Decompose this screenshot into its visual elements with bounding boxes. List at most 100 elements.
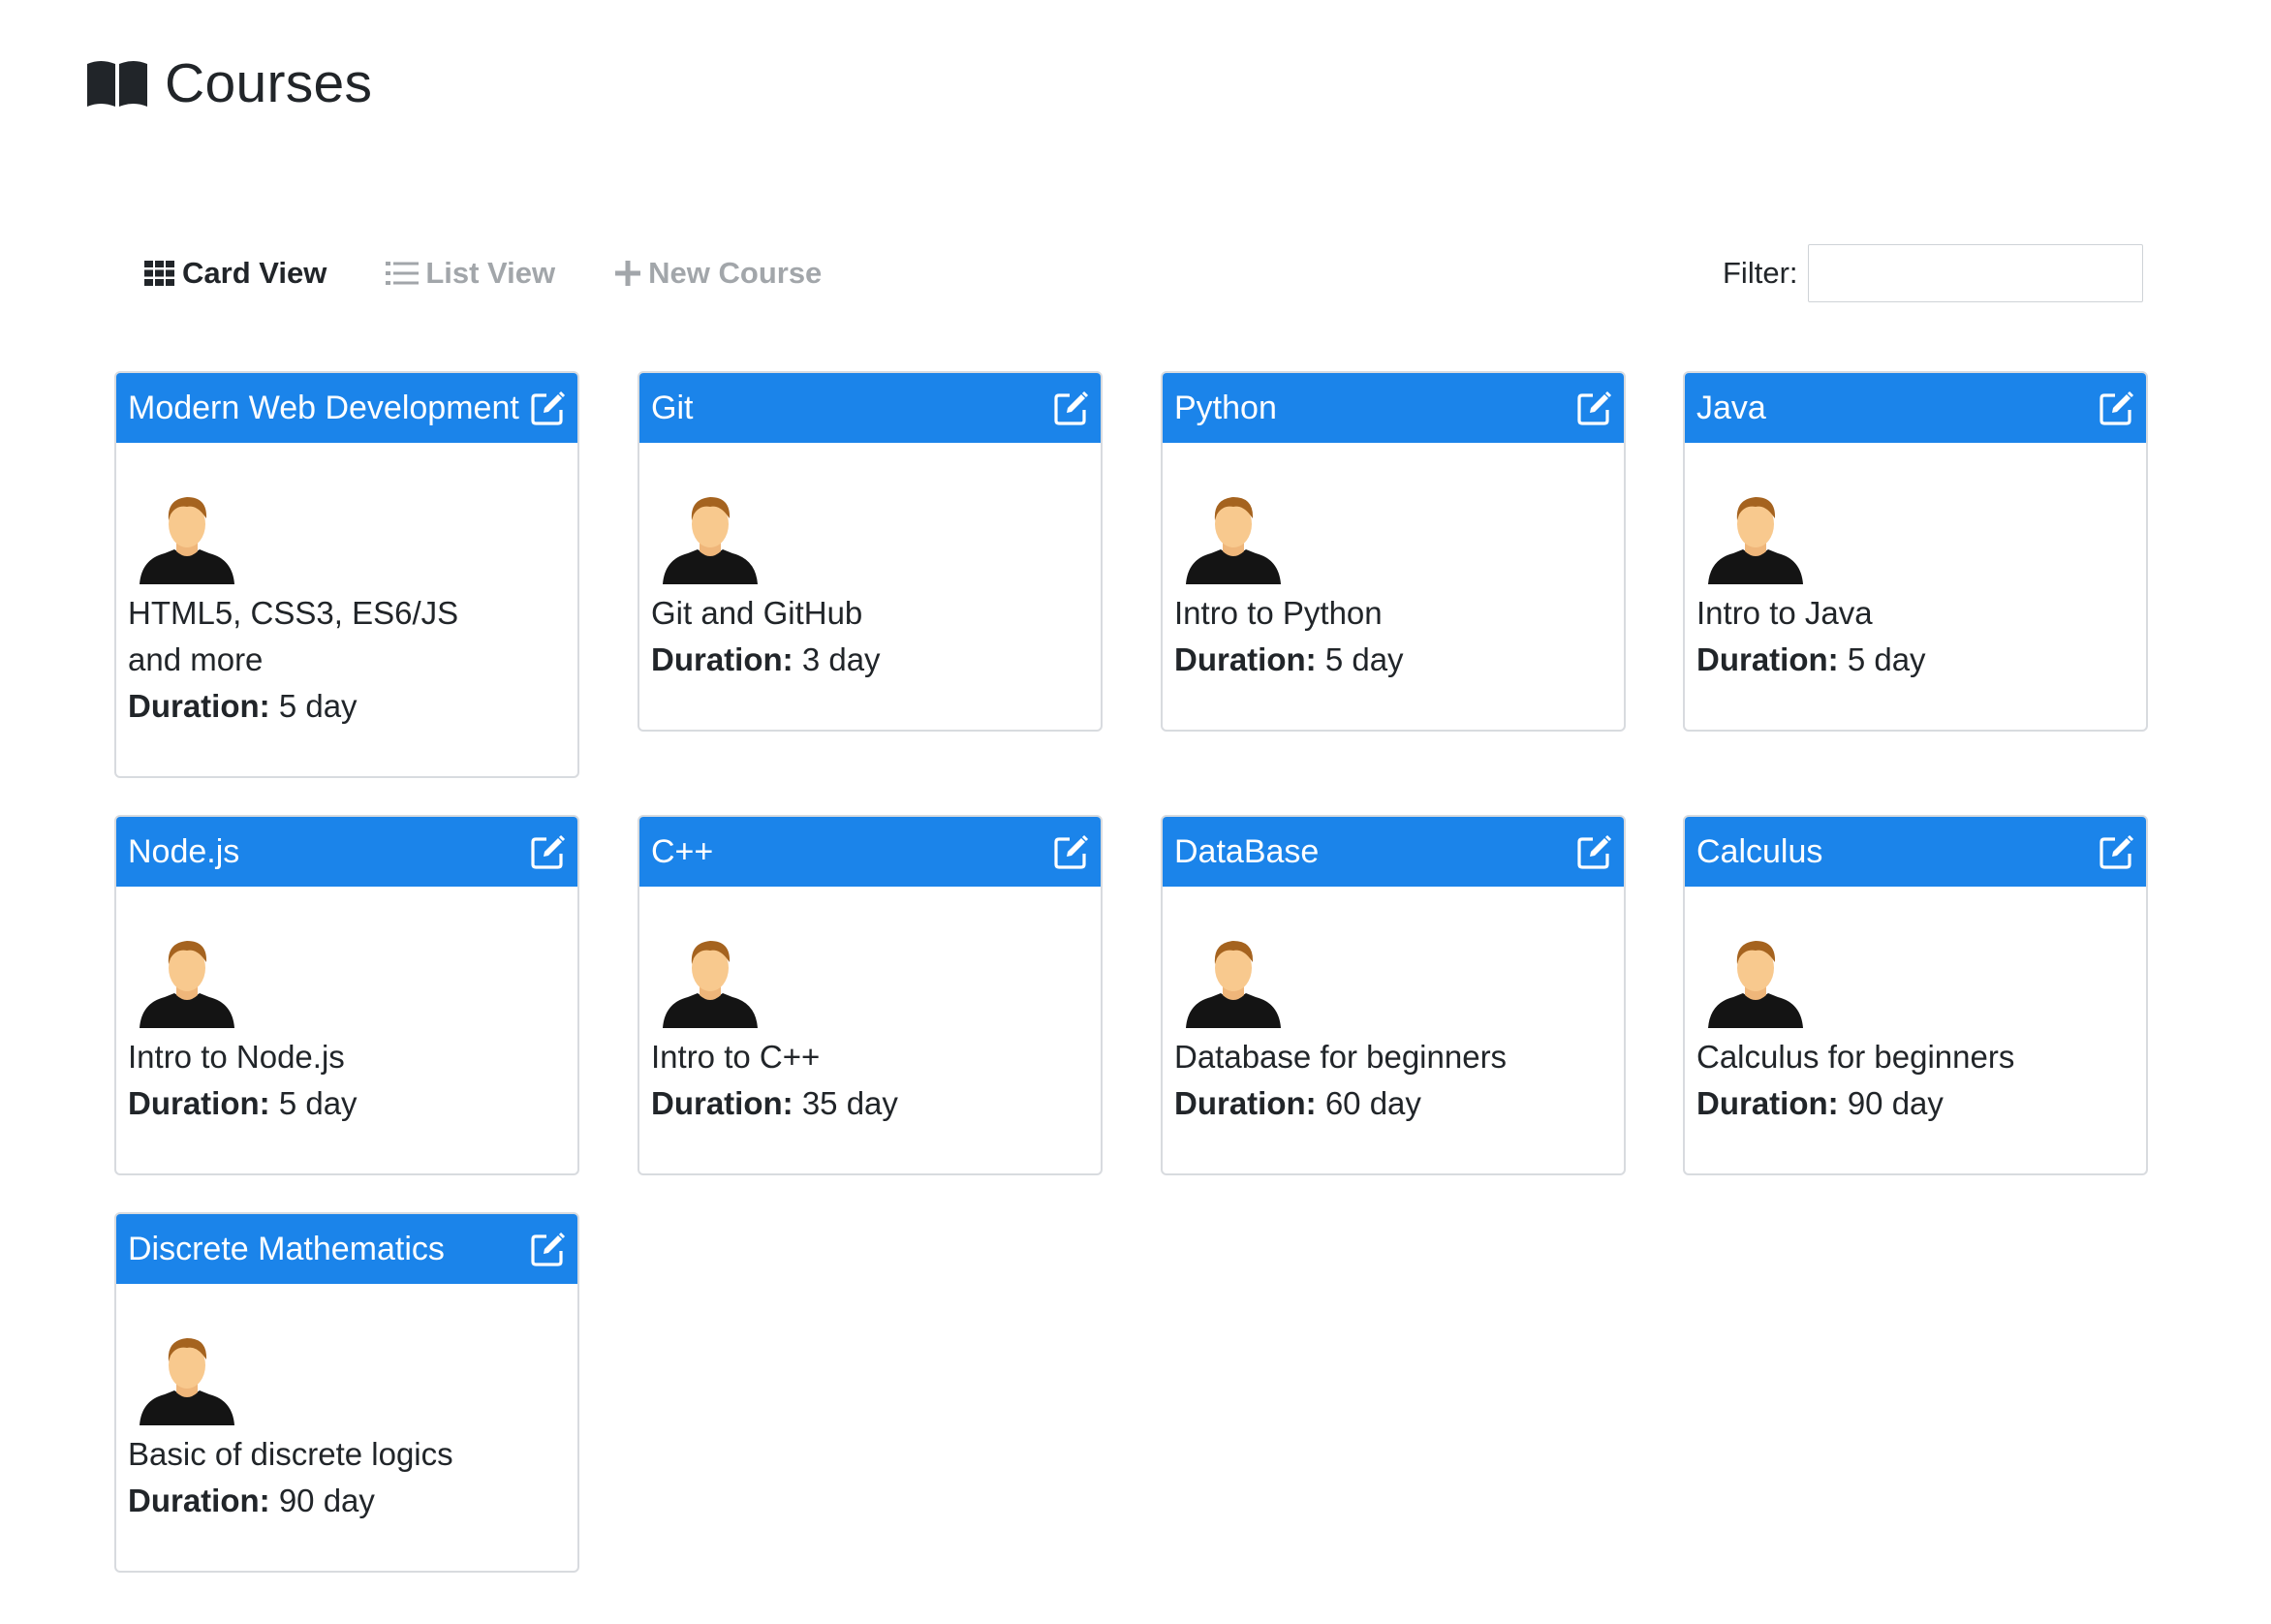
duration-value: 5 day <box>278 688 358 724</box>
list-view-button[interactable]: List View <box>385 256 555 291</box>
user-avatar-icon <box>1186 497 1281 584</box>
card-header: Java <box>1685 373 2146 443</box>
course-card[interactable]: Modern Web Development HTML5, CSS3, ES6/… <box>114 371 579 778</box>
course-title: Java <box>1696 389 1766 426</box>
view-toolbar: Card View List View New Course <box>143 250 880 297</box>
course-duration: Duration: 35 day <box>651 1080 1089 1127</box>
card-body: Basic of discrete logics Duration: 90 da… <box>116 1284 577 1571</box>
edit-icon[interactable] <box>529 1230 568 1268</box>
edit-icon[interactable] <box>529 832 568 871</box>
course-duration: Duration: 5 day <box>128 1080 566 1127</box>
course-card[interactable]: Git Git and GitHub Duration: 3 day <box>638 371 1103 732</box>
course-title: Node.js <box>128 832 240 870</box>
course-card[interactable]: Python Intro to Python Duration: 5 day <box>1161 371 1626 732</box>
edit-icon[interactable] <box>1052 389 1091 427</box>
card-header: Git <box>639 373 1101 443</box>
duration-label: Duration: <box>1696 641 1839 677</box>
duration-value: 60 day <box>1324 1085 1421 1121</box>
card-body: Git and GitHub Duration: 3 day <box>639 443 1101 730</box>
card-body: HTML5, CSS3, ES6/JS and more Duration: 5… <box>116 443 577 776</box>
card-body: Intro to Node.js Duration: 5 day <box>116 887 577 1173</box>
course-duration: Duration: 5 day <box>128 683 566 730</box>
course-duration: Duration: 5 day <box>1174 637 1612 683</box>
course-card[interactable]: C++ Intro to C++ Duration: 35 day <box>638 815 1103 1175</box>
card-view-label: Card View <box>182 256 327 290</box>
course-description: Git and GitHub <box>651 595 863 631</box>
page-title-text: Courses <box>165 52 373 114</box>
course-card[interactable]: Node.js Intro to Node.js Duration: 5 day <box>114 815 579 1175</box>
duration-value: 90 day <box>278 1483 375 1518</box>
edit-icon[interactable] <box>2098 832 2136 871</box>
course-description: Calculus for beginners <box>1696 1039 2015 1075</box>
course-card[interactable]: Discrete Mathematics Basic of discrete l… <box>114 1212 579 1573</box>
card-header: Node.js <box>116 817 577 887</box>
new-course-label: New Course <box>648 256 823 290</box>
list-view-label: List View <box>425 256 556 290</box>
edit-icon[interactable] <box>1575 389 1614 427</box>
edit-icon[interactable] <box>1575 832 1614 871</box>
duration-value: 3 day <box>801 641 881 677</box>
duration-label: Duration: <box>128 688 270 724</box>
user-avatar-icon <box>140 497 234 584</box>
user-avatar-icon <box>1708 497 1803 584</box>
course-description: Intro to Python <box>1174 595 1383 631</box>
card-header: DataBase <box>1163 817 1624 887</box>
card-body: Intro to C++ Duration: 35 day <box>639 887 1101 1173</box>
course-title: C++ <box>651 832 714 870</box>
filter-group: Filter: <box>1723 244 2143 302</box>
course-card[interactable]: DataBase Database for beginners Duration… <box>1161 815 1626 1175</box>
card-header: Calculus <box>1685 817 2146 887</box>
course-title: Discrete Mathematics <box>128 1230 445 1267</box>
course-description: Database for beginners <box>1174 1039 1508 1075</box>
course-title: Modern Web Development <box>128 389 519 426</box>
card-header: Modern Web Development <box>116 373 577 443</box>
page-title: Courses <box>85 50 372 116</box>
filter-label: Filter: <box>1723 256 1798 290</box>
card-body: Calculus for beginners Duration: 90 day <box>1685 887 2146 1173</box>
user-avatar-icon <box>663 941 758 1028</box>
card-header: Python <box>1163 373 1624 443</box>
card-body: Intro to Python Duration: 5 day <box>1163 443 1624 730</box>
course-description: Basic of discrete logics <box>128 1436 453 1472</box>
course-description: HTML5, CSS3, ES6/JS and more <box>128 595 459 677</box>
grid-icon <box>144 261 174 286</box>
card-view-button[interactable]: Card View <box>143 256 327 291</box>
duration-value: 5 day <box>1847 641 1926 677</box>
course-title: Python <box>1174 389 1277 426</box>
edit-icon[interactable] <box>529 389 568 427</box>
duration-label: Duration: <box>1696 1085 1839 1121</box>
edit-icon[interactable] <box>1052 832 1091 871</box>
course-description: Intro to Java <box>1696 595 1873 631</box>
course-duration: Duration: 3 day <box>651 637 1089 683</box>
card-body: Intro to Java Duration: 5 day <box>1685 443 2146 730</box>
duration-label: Duration: <box>651 641 793 677</box>
duration-value: 35 day <box>801 1085 898 1121</box>
list-icon <box>386 262 420 285</box>
course-card[interactable]: Java Intro to Java Duration: 5 day <box>1683 371 2148 732</box>
course-duration: Duration: 90 day <box>128 1478 566 1524</box>
card-header: C++ <box>639 817 1101 887</box>
duration-value: 5 day <box>278 1085 358 1121</box>
course-duration: Duration: 5 day <box>1696 637 2134 683</box>
duration-label: Duration: <box>1174 1085 1317 1121</box>
duration-label: Duration: <box>651 1085 793 1121</box>
course-description: Intro to Node.js <box>128 1039 345 1075</box>
user-avatar-icon <box>1708 941 1803 1028</box>
card-header: Discrete Mathematics <box>116 1214 577 1284</box>
filter-input[interactable] <box>1807 244 2143 302</box>
course-duration: Duration: 60 day <box>1174 1080 1612 1127</box>
course-title: Git <box>651 389 694 426</box>
duration-value: 5 day <box>1324 641 1404 677</box>
course-title: DataBase <box>1174 832 1320 870</box>
course-title: Calculus <box>1696 832 1823 870</box>
edit-icon[interactable] <box>2098 389 2136 427</box>
user-avatar-icon <box>663 497 758 584</box>
course-description: Intro to C++ <box>651 1039 821 1075</box>
book-icon <box>87 61 147 107</box>
user-avatar-icon <box>1186 941 1281 1028</box>
course-card[interactable]: Calculus Calculus for beginners Duration… <box>1683 815 2148 1175</box>
duration-value: 90 day <box>1847 1085 1944 1121</box>
duration-label: Duration: <box>128 1085 270 1121</box>
new-course-button[interactable]: New Course <box>613 256 822 291</box>
plus-icon <box>615 261 641 286</box>
